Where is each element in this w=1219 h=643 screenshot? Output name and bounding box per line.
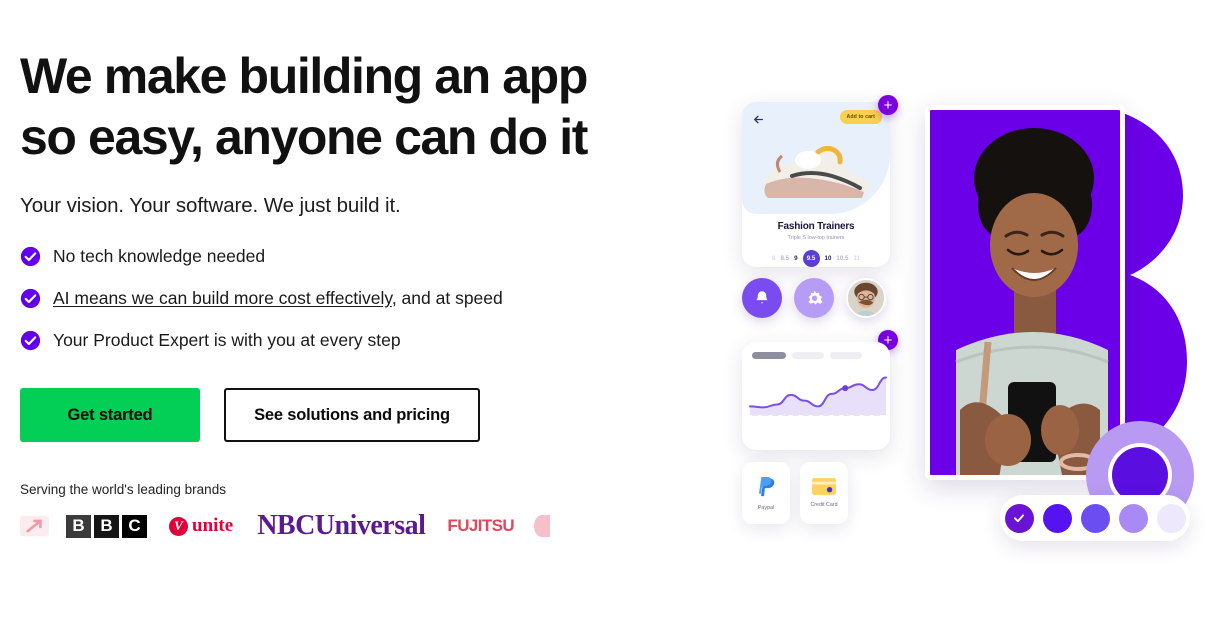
list-item: AI means we can build more cost effectiv… xyxy=(20,288,680,309)
hero-subhead: Your vision. Your software. We just buil… xyxy=(20,194,401,217)
chart-tabs[interactable] xyxy=(742,342,890,359)
avatar[interactable] xyxy=(846,278,886,318)
fujitsu-wordmark: FUJITSU xyxy=(447,516,515,535)
product-subtitle: Triple S low-top trainers xyxy=(787,235,845,241)
product-title: Fashion Trainers xyxy=(777,221,855,232)
list-item-label: AI means we can build more cost effectiv… xyxy=(53,288,503,309)
quick-action-icons xyxy=(742,278,886,318)
chart-tab[interactable] xyxy=(792,352,824,359)
hero-left-column: We make building an app so easy, anyone … xyxy=(20,46,680,541)
check-circle-icon xyxy=(20,330,41,351)
royal-mail-logo xyxy=(20,515,49,537)
payment-option-paypal[interactable]: Paypal xyxy=(742,462,790,524)
size-option[interactable]: 10.5 xyxy=(836,255,848,262)
check-circle-icon xyxy=(20,246,41,267)
list-item: No tech knowledge needed xyxy=(20,246,680,267)
swatch[interactable] xyxy=(1118,503,1148,533)
payment-option-credit-card[interactable]: Credit Card xyxy=(800,462,848,524)
chart-tab[interactable] xyxy=(830,352,862,359)
unite-mark-icon: V xyxy=(169,516,188,536)
see-solutions-pricing-button[interactable]: See solutions and pricing xyxy=(224,388,480,442)
brands-label: Serving the world's leading brands xyxy=(20,482,226,497)
add-to-cart-button[interactable]: Add to cart xyxy=(839,110,882,124)
bbc-letter: B xyxy=(94,514,119,538)
size-option[interactable]: 8 xyxy=(772,255,775,262)
check-icon xyxy=(1013,514,1025,523)
chart-baseline xyxy=(752,414,880,416)
payment-label: Paypal xyxy=(757,504,775,511)
plus-badge-icon[interactable]: + xyxy=(878,95,898,115)
payment-label: Credit Card xyxy=(810,502,838,508)
product-card-image-area: Add to cart xyxy=(742,102,890,214)
cost-effective-link[interactable]: AI means we can build more cost effectiv… xyxy=(53,288,392,308)
bbc-letter: C xyxy=(122,514,147,538)
notifications-button[interactable] xyxy=(742,278,782,318)
user-avatar-photo xyxy=(848,280,884,316)
check-circle-icon xyxy=(20,288,41,309)
sneaker-image xyxy=(763,145,870,198)
bell-icon xyxy=(756,291,768,304)
paypal-icon xyxy=(758,476,775,496)
benefits-list: No tech knowledge needed AI means we can… xyxy=(20,246,680,351)
cta-row: Get started See solutions and pricing xyxy=(20,388,680,442)
hero-page: We make building an app so easy, anyone … xyxy=(0,0,1219,643)
size-option[interactable]: 10 xyxy=(825,255,832,262)
partial-brand-logo xyxy=(534,515,551,537)
credit-card-icon xyxy=(812,478,836,495)
color-swatch-picker[interactable] xyxy=(1000,495,1190,541)
list-item-label: Your Product Expert is with you at every… xyxy=(53,330,401,350)
size-selector[interactable]: 8 8.5 9 9.5 10 10.5 11 xyxy=(742,250,890,267)
swatch[interactable] xyxy=(1080,503,1110,533)
unite-wordmark: unite xyxy=(192,515,234,536)
size-option[interactable]: 11 xyxy=(853,255,860,262)
hero-illustration: Add to cart Fashion Trainers Triple S lo… xyxy=(700,70,1210,570)
swatch-selected[interactable] xyxy=(1004,503,1034,533)
photo-panel xyxy=(925,105,1194,529)
settings-button[interactable] xyxy=(794,278,834,318)
list-item-suffix: , and at speed xyxy=(391,288,503,308)
size-option[interactable]: 9 xyxy=(794,255,797,262)
nbcuniversal-logo: NBCUniversal xyxy=(257,510,426,541)
analytics-card[interactable] xyxy=(742,342,890,450)
gear-icon xyxy=(807,290,822,305)
page-title: We make building an app so easy, anyone … xyxy=(20,48,588,165)
list-item-label: No tech knowledge needed xyxy=(53,246,266,266)
fujitsu-logo: FUJITSU xyxy=(447,516,514,536)
size-option-selected[interactable]: 9.5 xyxy=(802,250,820,267)
arrow-left-icon[interactable] xyxy=(752,113,765,126)
swatch[interactable] xyxy=(1156,503,1186,533)
list-item: Your Product Expert is with you at every… xyxy=(20,330,680,351)
brand-logo-strip: B B C V unite NBCUniversal FUJITSU xyxy=(20,510,680,541)
chart-tab[interactable] xyxy=(752,352,786,359)
bbc-logo: B B C xyxy=(66,514,147,538)
swatch[interactable] xyxy=(1042,503,1072,533)
area-chart xyxy=(742,363,890,425)
product-card[interactable]: Add to cart Fashion Trainers Triple S lo… xyxy=(742,102,890,267)
unite-logo: V unite xyxy=(169,515,233,537)
get-started-button[interactable]: Get started xyxy=(20,388,200,442)
bbc-letter: B xyxy=(66,514,91,538)
size-option[interactable]: 8.5 xyxy=(780,255,789,262)
